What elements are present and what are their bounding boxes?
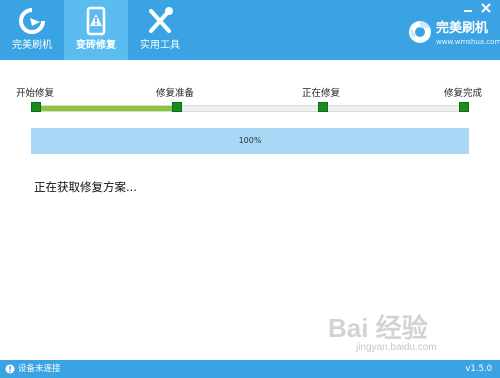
stage-label-prepare: 修复准备 bbox=[156, 88, 195, 99]
stage-track bbox=[36, 105, 464, 112]
tab-label: 变砖修复 bbox=[76, 40, 116, 51]
stage-node-start bbox=[31, 102, 41, 112]
info-icon bbox=[5, 364, 15, 374]
progress-bar: 100% bbox=[31, 128, 469, 154]
minimize-icon[interactable] bbox=[462, 3, 474, 13]
status-bar: 设备未连接 v1.5.0 bbox=[0, 360, 500, 378]
tab-brick-repair[interactable]: 变砖修复 bbox=[64, 0, 128, 60]
tab-utility-tools[interactable]: 实用工具 bbox=[128, 0, 192, 60]
stage-track-fill bbox=[37, 106, 179, 111]
warning-icon bbox=[86, 6, 106, 36]
status-message: 正在获取修复方案... bbox=[34, 180, 137, 194]
stage-label-start: 开始修复 bbox=[16, 88, 55, 99]
tab-label: 实用工具 bbox=[140, 40, 180, 51]
stage-node-complete bbox=[459, 102, 469, 112]
top-navigation-bar: 完美刷机 变砖修复 实用工具 完美刷机 www.wmshua.com bbox=[0, 0, 500, 60]
stage-node-prepare bbox=[172, 102, 182, 112]
progress-percent: 100% bbox=[238, 136, 262, 145]
close-icon[interactable] bbox=[480, 3, 492, 13]
connection-status: 设备未连接 bbox=[18, 364, 61, 374]
tab-label: 完美刷机 bbox=[12, 40, 52, 51]
tab-perfect-flash[interactable]: 完美刷机 bbox=[0, 0, 64, 60]
refresh-icon bbox=[19, 8, 45, 34]
stage-node-repairing bbox=[318, 102, 328, 112]
stage-label-repairing: 正在修复 bbox=[302, 88, 341, 99]
tools-icon bbox=[149, 7, 173, 33]
brand-name: 完美刷机 bbox=[436, 21, 489, 36]
chrome-logo-icon bbox=[409, 21, 431, 43]
brand-url: www.wmshua.com bbox=[436, 38, 500, 46]
watermark-logo: Bai 经验 bbox=[328, 313, 428, 343]
stage-label-complete: 修复完成 bbox=[444, 88, 483, 99]
watermark-url: jingyan.baidu.com bbox=[356, 342, 437, 353]
version-label: v1.5.0 bbox=[465, 364, 492, 374]
